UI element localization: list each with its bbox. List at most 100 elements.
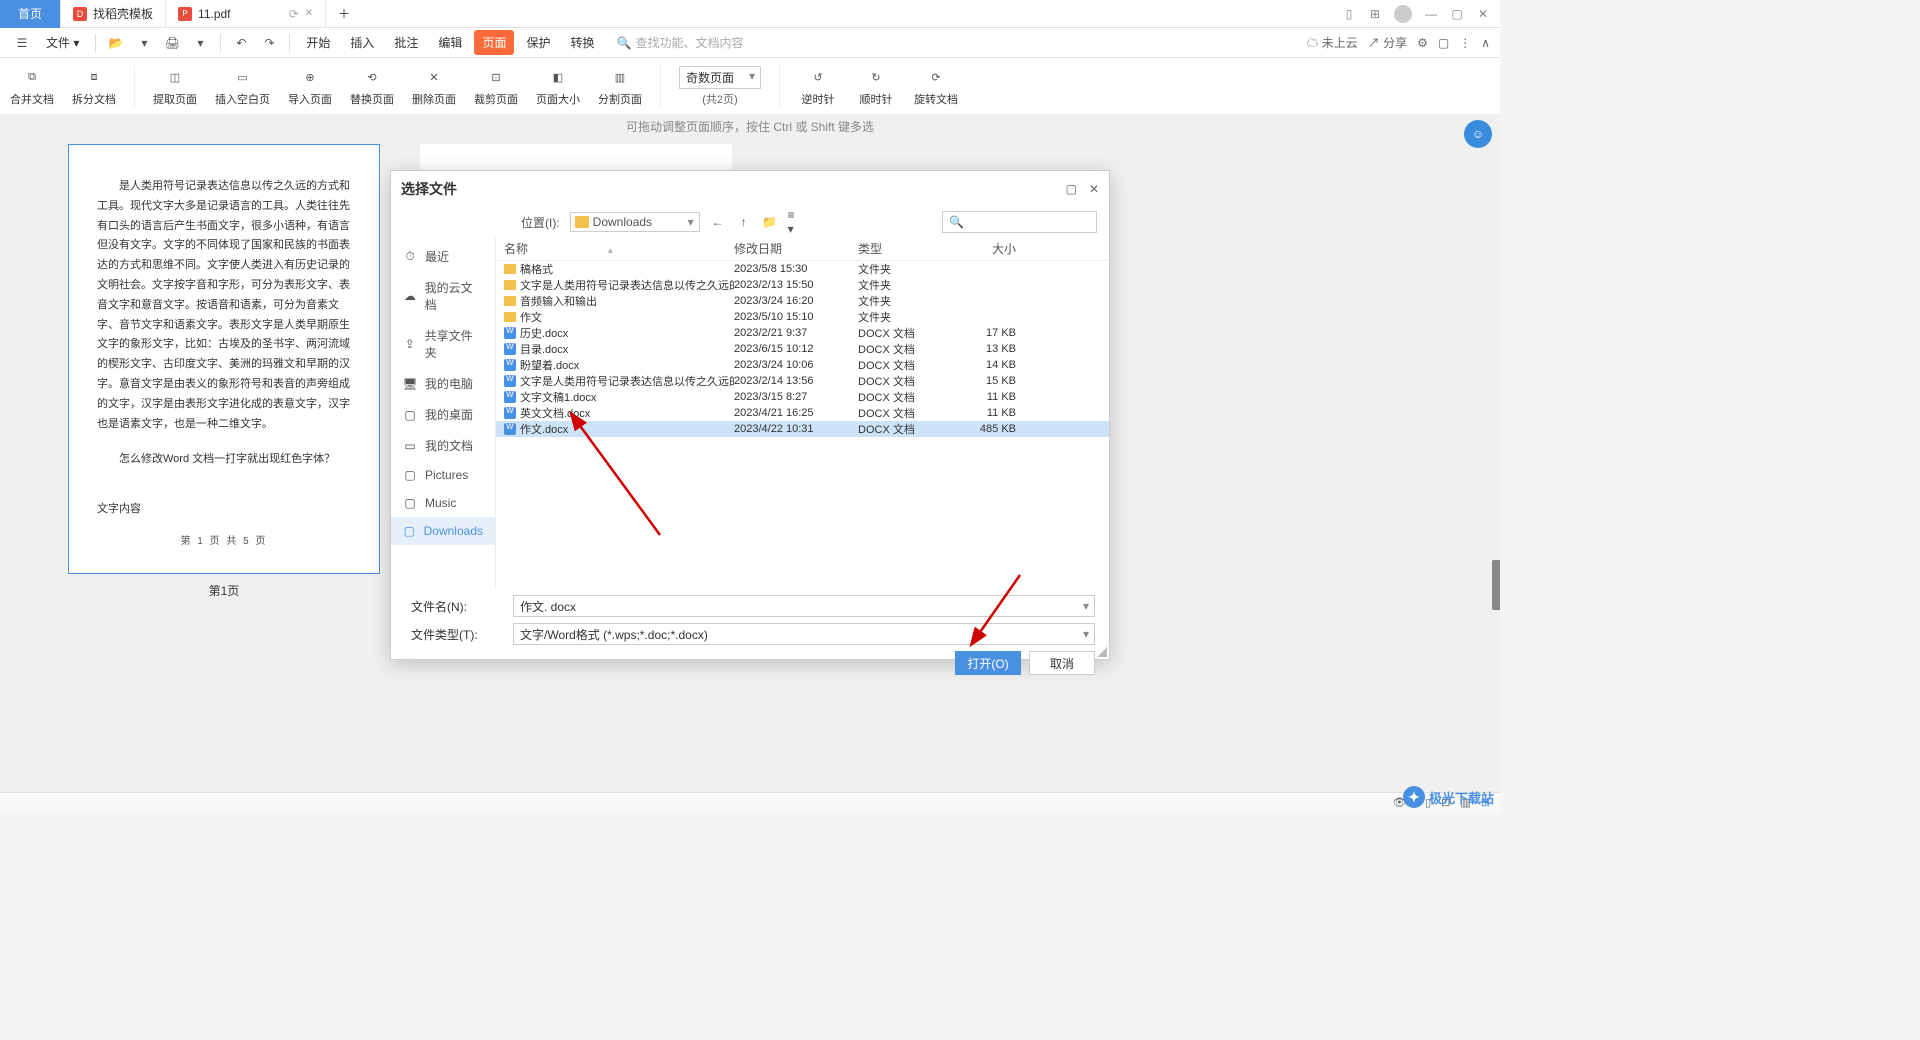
user-avatar[interactable] <box>1394 5 1412 23</box>
more-icon[interactable]: ⋮ <box>1459 36 1471 50</box>
file-row[interactable]: 盼望着.docx2023/3/24 10:06DOCX 文档14 KB <box>496 357 1109 373</box>
filename-input[interactable]: 作文. docx <box>513 595 1095 617</box>
thumbnail-text: 是人类用符号记录表达信息以传之久远的方式和工具。现代文字大多是记录语言的工具。人… <box>97 177 351 434</box>
sidebar-item-我的云文档[interactable]: ☁我的云文档 <box>391 272 495 320</box>
file-row[interactable]: 文字文稿1.docx2023/3/15 8:27DOCX 文档11 KB <box>496 389 1109 405</box>
maximize-icon[interactable]: ▢ <box>1450 7 1464 21</box>
cloud-status[interactable]: ☁ 未上云 <box>1306 34 1357 51</box>
menu-start[interactable]: 开始 <box>298 30 338 55</box>
apps-icon[interactable]: ⊞ <box>1368 7 1382 21</box>
search-icon: 🔍 <box>949 215 964 229</box>
print-icon[interactable]: 🖨 <box>160 31 184 55</box>
search-icon: 🔍 <box>616 36 631 50</box>
sidebar-item-我的桌面[interactable]: ▢我的桌面 <box>391 399 495 430</box>
page-thumbnail-1[interactable]: 是人类用符号记录表达信息以传之久远的方式和工具。现代文字大多是记录语言的工具。人… <box>68 144 380 574</box>
file-list: 名称▴ 修改日期 类型 大小 稿格式2023/5/8 15:30文件夹文字是人类… <box>496 237 1109 589</box>
menu-page[interactable]: 页面 <box>474 30 514 55</box>
docx-icon <box>504 327 516 339</box>
print-dropdown-icon[interactable]: ▾ <box>188 31 212 55</box>
tab-home[interactable]: 首页 <box>0 0 61 28</box>
minimize-icon[interactable]: — <box>1424 7 1438 21</box>
resize-grip-icon[interactable] <box>1097 647 1107 657</box>
open-button[interactable]: 打开(O) <box>955 651 1021 675</box>
ribbon-merge[interactable]: ⧉合并文档 <box>10 65 54 107</box>
tab-template[interactable]: D 找稻壳模板 <box>61 0 166 28</box>
up-icon[interactable]: ↑ <box>736 214 752 230</box>
tab-close-icon[interactable]: ✕ <box>305 8 313 19</box>
file-menu[interactable]: 文件 ▾ <box>38 30 87 55</box>
dialog-maximize-icon[interactable]: ▢ <box>1066 182 1077 196</box>
settings-icon[interactable]: ⚙ <box>1417 36 1428 50</box>
chat-icon[interactable]: ▢ <box>1438 36 1449 50</box>
ribbon-cw[interactable]: ↻顺时针 <box>856 65 896 107</box>
dialog-search[interactable]: 🔍 <box>942 211 1097 233</box>
share-button[interactable]: ↗ 分享 <box>1368 34 1407 51</box>
sidebar-item-Downloads[interactable]: ▢Downloads <box>391 517 495 545</box>
dialog-close-icon[interactable]: ✕ <box>1089 182 1099 196</box>
ribbon-split[interactable]: ⧈拆分文档 <box>72 65 116 107</box>
file-row[interactable]: 目录.docx2023/6/15 10:12DOCX 文档13 KB <box>496 341 1109 357</box>
file-row[interactable]: 文字是人类用符号记录表达信息以传之久远的方式...2023/2/13 15:50… <box>496 277 1109 293</box>
file-row[interactable]: 历史.docx2023/2/21 9:37DOCX 文档17 KB <box>496 325 1109 341</box>
back-icon[interactable]: ← <box>710 214 726 230</box>
tab-pdf[interactable]: P 11.pdf ⟳ ✕ <box>166 0 326 28</box>
folder-icon: ▢ <box>403 524 416 538</box>
menu-insert[interactable]: 插入 <box>342 30 382 55</box>
undo-icon[interactable]: ↶ <box>229 31 253 55</box>
new-tab-button[interactable]: ＋ <box>326 0 362 28</box>
menu-icon[interactable]: ☰ <box>10 31 34 55</box>
file-row[interactable]: 音频输入和输出2023/3/24 16:20文件夹 <box>496 293 1109 309</box>
search-box[interactable]: 🔍 查找功能、文档内容 <box>616 34 743 51</box>
open-icon[interactable]: 📂 <box>104 31 128 55</box>
filetype-select[interactable]: 文字/Word格式 (*.wps;*.doc;*.docx) <box>513 623 1095 645</box>
file-dialog: 选择文件 ▢ ✕ 位置(I): Downloads ← ↑ 📁 ≡ ▾ 🔍 ⏱最… <box>390 170 1110 660</box>
ribbon-import[interactable]: ⊕导入页面 <box>288 65 332 107</box>
sidebar-item-Pictures[interactable]: ▢Pictures <box>391 461 495 489</box>
sidebar-item-共享文件夹[interactable]: ⇪共享文件夹 <box>391 320 495 368</box>
file-row[interactable]: 英文文档.docx2023/4/21 16:25DOCX 文档11 KB <box>496 405 1109 421</box>
desktop-icon: ▢ <box>403 408 417 422</box>
menu-protect[interactable]: 保护 <box>518 30 558 55</box>
sidebar-item-我的电脑[interactable]: 🖥我的电脑 <box>391 368 495 399</box>
menu-convert[interactable]: 转换 <box>562 30 602 55</box>
close-icon[interactable]: ✕ <box>1476 7 1490 21</box>
sidebar-item-最近[interactable]: ⏱最近 <box>391 241 495 272</box>
layout-icon[interactable]: ▯ <box>1342 7 1356 21</box>
menu-edit[interactable]: 编辑 <box>430 30 470 55</box>
redo-icon[interactable]: ↷ <box>257 31 281 55</box>
sidebar-item-我的文档[interactable]: ▭我的文档 <box>391 430 495 461</box>
file-row[interactable]: 文字是人类用符号记录表达信息以传之久远的方...2023/2/14 13:56D… <box>496 373 1109 389</box>
location-label: 位置(I): <box>521 214 560 231</box>
ribbon-divide[interactable]: ▥分割页面 <box>598 65 642 107</box>
list-header[interactable]: 名称▴ 修改日期 类型 大小 <box>496 237 1109 261</box>
view-icon[interactable]: ≡ ▾ <box>788 214 804 230</box>
page-filter-select[interactable]: 奇数页面 <box>679 66 761 89</box>
ribbon-extract[interactable]: ◫提取页面 <box>153 65 197 107</box>
ribbon-size[interactable]: ◧页面大小 <box>536 65 580 107</box>
tab-modified-icon: ⟳ <box>289 7 299 21</box>
ribbon-replace[interactable]: ⟲替换页面 <box>350 65 394 107</box>
file-row[interactable]: 作文2023/5/10 15:10文件夹 <box>496 309 1109 325</box>
assistant-robot-icon[interactable]: ☺ <box>1464 120 1492 148</box>
ribbon-delete[interactable]: ✕删除页面 <box>412 65 456 107</box>
docx-icon <box>504 343 516 355</box>
expand-icon[interactable]: ∧ <box>1481 36 1490 50</box>
ribbon-blank[interactable]: ▭插入空白页 <box>215 65 270 107</box>
menubar: ☰ 文件 ▾ 📂 ▾ 🖨 ▾ ↶ ↷ 开始 插入 批注 编辑 页面 保护 转换 … <box>0 28 1500 58</box>
folder-icon: ▢ <box>403 468 417 482</box>
ribbon-rotate-doc[interactable]: ⟳旋转文档 <box>914 65 958 107</box>
ribbon-crop[interactable]: ⊡裁剪页面 <box>474 65 518 107</box>
file-row[interactable]: 作文.docx2023/4/22 10:31DOCX 文档485 KB <box>496 421 1109 437</box>
ribbon-ccw[interactable]: ↺逆时针 <box>798 65 838 107</box>
watermark-logo-icon: ✦ <box>1403 786 1425 808</box>
location-select[interactable]: Downloads <box>570 212 700 232</box>
save-icon[interactable]: ▾ <box>132 31 156 55</box>
file-row[interactable]: 稿格式2023/5/8 15:30文件夹 <box>496 261 1109 277</box>
new-folder-icon[interactable]: 📁 <box>762 214 778 230</box>
thumbnail-footer: 第 1 页 共 5 页 <box>69 533 379 551</box>
side-panel-handle[interactable] <box>1492 560 1500 610</box>
cancel-button[interactable]: 取消 <box>1029 651 1095 675</box>
menu-annotate[interactable]: 批注 <box>386 30 426 55</box>
sidebar-item-Music[interactable]: ▢Music <box>391 489 495 517</box>
docx-icon <box>504 407 516 419</box>
